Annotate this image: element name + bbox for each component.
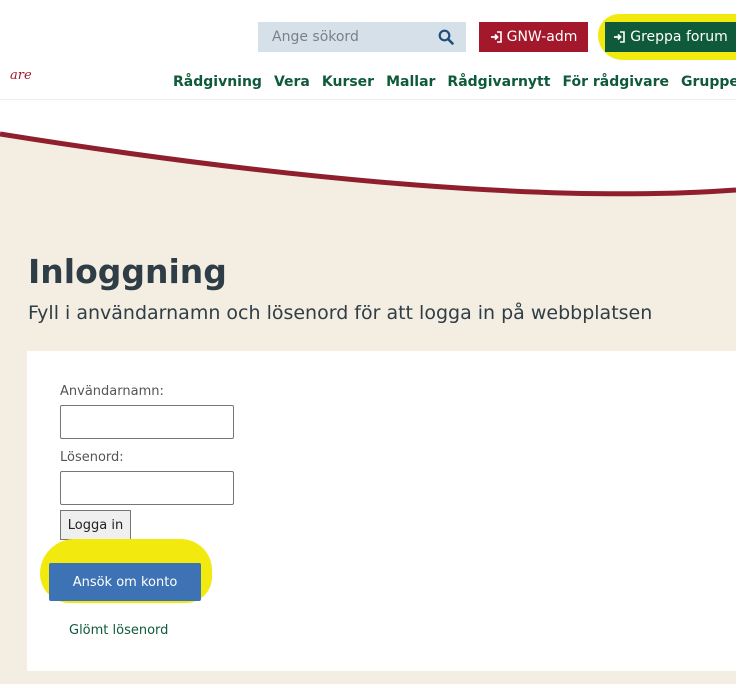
nav-item-kurser[interactable]: Kurser [322, 74, 374, 90]
main-nav: Rådgivning Vera Kurser Mallar Rådgivarnytt Fö… [173, 74, 736, 90]
nav-item-grupper[interactable]: Grupper [681, 74, 736, 90]
gnw-adm-label: GNW-adm [506, 29, 578, 45]
sign-in-icon [614, 31, 626, 43]
page-title: Inloggning [28, 252, 227, 291]
nav-item-mallar[interactable]: Mallar [386, 74, 435, 90]
username-field[interactable] [60, 405, 234, 439]
page-subtitle: Fyll i användarnamn och lösenord för att… [28, 302, 653, 324]
nav-item-radgivning[interactable]: Rådgivning [173, 74, 262, 90]
login-form: Användarnamn: Lösenord: Logga in Ansök o… [27, 351, 736, 671]
search-input[interactable] [258, 22, 428, 52]
login-button[interactable]: Logga in [60, 510, 131, 540]
username-label: Användarnamn: [60, 384, 164, 399]
gnw-adm-button[interactable]: GNW-adm [479, 22, 588, 52]
logo[interactable]: are [10, 68, 32, 83]
apply-account-button[interactable]: Ansök om konto [49, 563, 201, 601]
decorative-wave [0, 100, 736, 197]
sign-in-icon [490, 31, 502, 43]
search-box [258, 22, 466, 52]
password-field[interactable] [60, 471, 234, 505]
nav-item-radgivarnytt[interactable]: Rådgivarnytt [447, 74, 550, 90]
greppa-forum-button[interactable]: Greppa forum [605, 22, 736, 52]
greppa-forum-label: Greppa forum [630, 29, 728, 45]
password-label: Lösenord: [60, 450, 124, 465]
forgot-password-link[interactable]: Glömt lösenord [69, 623, 168, 638]
search-icon[interactable] [438, 29, 454, 45]
nav-item-for-radgivare[interactable]: För rådgivare [562, 74, 669, 90]
nav-item-vera[interactable]: Vera [274, 74, 310, 90]
